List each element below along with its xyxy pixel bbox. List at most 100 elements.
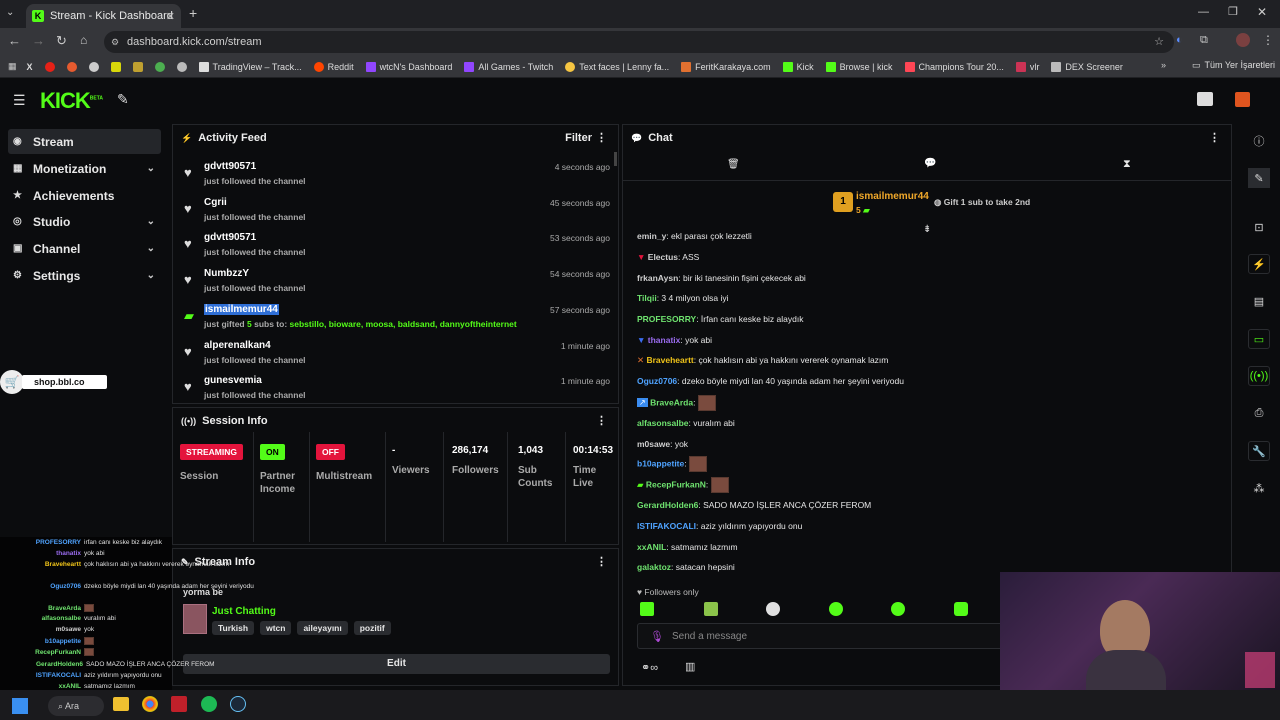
bookmark-2[interactable]: [66, 61, 77, 72]
emote-icon[interactable]: [954, 602, 968, 616]
chat-username[interactable]: alfasonsalbe: [637, 418, 689, 428]
chat-username[interactable]: xxANIL: [637, 542, 666, 552]
chat-username[interactable]: BraveArda: [650, 397, 693, 407]
bookmark-browse-kick[interactable]: Browse | kick: [825, 61, 893, 72]
scroll-down-icon[interactable]: ⇟: [923, 224, 931, 235]
mode-toggle-icon[interactable]: ✎: [117, 91, 129, 108]
hourglass-icon[interactable]: ⧗: [1123, 158, 1131, 171]
chat-settings-icon[interactable]: ⚭∞: [641, 661, 658, 674]
microphone-icon[interactable]: 🎙: [650, 630, 664, 643]
activity-user[interactable]: gunesvemia: [204, 375, 262, 386]
chat-username[interactable]: PROFESORRY: [637, 314, 696, 324]
app-icon[interactable]: [171, 696, 187, 712]
chrome-icon[interactable]: [142, 696, 158, 712]
chat-username[interactable]: galaktoz: [637, 562, 671, 572]
top-gifter-name[interactable]: ismailmemur44: [856, 191, 929, 202]
bookmark-all-games-twitch[interactable]: All Games - Twitch: [464, 61, 553, 72]
chat-username[interactable]: frkanAysn: [637, 273, 678, 283]
chat-icon[interactable]: ▭: [1248, 329, 1270, 349]
chat-username[interactable]: Tilqii: [637, 293, 657, 303]
activity-user[interactable]: alperenalkan4: [204, 340, 271, 351]
restore-icon[interactable]: ❐: [1228, 5, 1238, 18]
tab-list-chevron-icon[interactable]: ⌄: [6, 7, 14, 18]
filter-button[interactable]: Filter: [565, 132, 592, 144]
profile-avatar[interactable]: [1236, 33, 1250, 47]
edit-stream-button[interactable]: Edit: [183, 654, 610, 674]
chat-menu-icon[interactable]: ⋮: [1209, 131, 1220, 144]
chat-input[interactable]: 🎙 Send a message: [637, 623, 1007, 649]
shop-promo[interactable]: 🛒 shop.bbl.co: [0, 370, 108, 394]
steam-icon[interactable]: [230, 696, 246, 712]
user-avatar[interactable]: [1235, 92, 1250, 107]
capture-icon[interactable]: ⊡: [1248, 217, 1270, 237]
url-bar[interactable]: ⚙ dashboard.kick.com/stream ☆: [104, 31, 1174, 53]
bookmark-3[interactable]: [88, 61, 99, 72]
chat-username[interactable]: b10appetite: [637, 458, 684, 468]
kick-logo[interactable]: KICKBETA: [40, 88, 103, 114]
emote-icon[interactable]: [704, 602, 718, 616]
tag-pill[interactable]: Turkish: [212, 621, 255, 635]
tab-close-icon[interactable]: ✕: [166, 10, 175, 23]
site-info-icon[interactable]: ⚙: [111, 31, 119, 53]
tag-pill[interactable]: aileyayını: [297, 621, 348, 635]
browser-tab[interactable]: K Stream - Kick Dashboard ✕: [26, 4, 181, 28]
taskbar-search[interactable]: ⌕ Ara: [48, 696, 104, 716]
nav-achievements[interactable]: ★ Achievements: [8, 183, 161, 208]
chat-username[interactable]: ISTIFAKOCALI: [637, 521, 696, 531]
emote-icon[interactable]: [891, 602, 905, 616]
chat-username[interactable]: m0sawe: [637, 439, 670, 449]
bookmark-feritkarakaya[interactable]: FeritKarakaya.com: [681, 61, 771, 72]
back-icon[interactable]: ←: [8, 33, 21, 48]
trash-icon[interactable]: 🗑: [727, 159, 740, 170]
reload-icon[interactable]: ↻: [56, 33, 67, 49]
tag-pill[interactable]: pozitif: [353, 621, 391, 635]
nav-stream[interactable]: ◉ Stream: [8, 129, 161, 154]
wrench-icon[interactable]: 🔧: [1248, 441, 1270, 461]
hamburger-menu-icon[interactable]: ☰: [13, 92, 26, 109]
bookmark-tradingview[interactable]: TradingView – Track...: [198, 61, 302, 72]
emote-icon[interactable]: [640, 602, 654, 616]
activity-user[interactable]: NumbzzY: [204, 268, 249, 279]
all-bookmarks-folder[interactable]: ▭ Tüm Yer İşaretleri: [1192, 60, 1275, 71]
new-tab-icon[interactable]: +: [189, 5, 197, 21]
activity-menu-icon[interactable]: ⋮: [596, 131, 607, 144]
bookmark-7[interactable]: [176, 61, 187, 72]
bookmark-vlr[interactable]: vlr: [1015, 61, 1039, 72]
activity-user[interactable]: gdvtt90571: [204, 161, 256, 172]
nav-monetization[interactable]: ▦ Monetization ⌄: [8, 156, 161, 181]
stream-info-menu-icon[interactable]: ⋮: [596, 555, 607, 568]
chat-username[interactable]: emin_y: [637, 231, 666, 241]
emote-icon[interactable]: [829, 602, 843, 616]
tag-pill[interactable]: wtcn: [260, 621, 292, 635]
activity-user[interactable]: ismailmemur44: [204, 304, 279, 315]
bookmark-wtcn-dashboard[interactable]: wtcN's Dashboard: [365, 61, 452, 72]
info-icon[interactable]: ⓘ: [1248, 131, 1270, 151]
bookmark-dex-screener[interactable]: DEX Screener: [1051, 61, 1123, 72]
extension-icon[interactable]: ◐: [1176, 34, 1183, 46]
browser-menu-icon[interactable]: ⋮: [1262, 33, 1274, 47]
bookmark-5[interactable]: [132, 61, 143, 72]
bookmark-x[interactable]: X: [27, 62, 33, 72]
emote-icon[interactable]: [766, 602, 780, 616]
quick-action-icon[interactable]: ⚡: [1248, 254, 1270, 274]
bookmark-6[interactable]: [154, 61, 165, 72]
chat-username[interactable]: Oguz0706: [637, 376, 677, 386]
chat-username[interactable]: Braveheartt: [646, 355, 693, 365]
nav-studio[interactable]: ◎ Studio ⌄: [8, 209, 161, 234]
window-close-icon[interactable]: ✕: [1257, 5, 1267, 19]
windows-start-icon[interactable]: [12, 698, 28, 714]
chat-username[interactable]: Electus: [648, 252, 678, 262]
extensions-puzzle-icon[interactable]: ⧉: [1200, 34, 1208, 47]
nav-channel[interactable]: ▣ Channel ⌄: [8, 236, 161, 261]
print-icon[interactable]: ⎙: [1248, 403, 1270, 423]
apps-grid-icon[interactable]: ▦: [8, 61, 17, 72]
chat-username[interactable]: thanatix: [648, 335, 681, 345]
activity-user[interactable]: Cgrii: [204, 197, 227, 208]
home-icon[interactable]: ⌂: [80, 33, 87, 47]
kick-channel-icon[interactable]: [1197, 92, 1213, 106]
spotify-icon[interactable]: [201, 696, 217, 712]
bookmark-youtube[interactable]: [44, 61, 55, 72]
file-explorer-icon[interactable]: [113, 697, 129, 711]
category-thumbnail[interactable]: [183, 604, 207, 634]
category-link[interactable]: Just Chatting: [212, 606, 276, 617]
